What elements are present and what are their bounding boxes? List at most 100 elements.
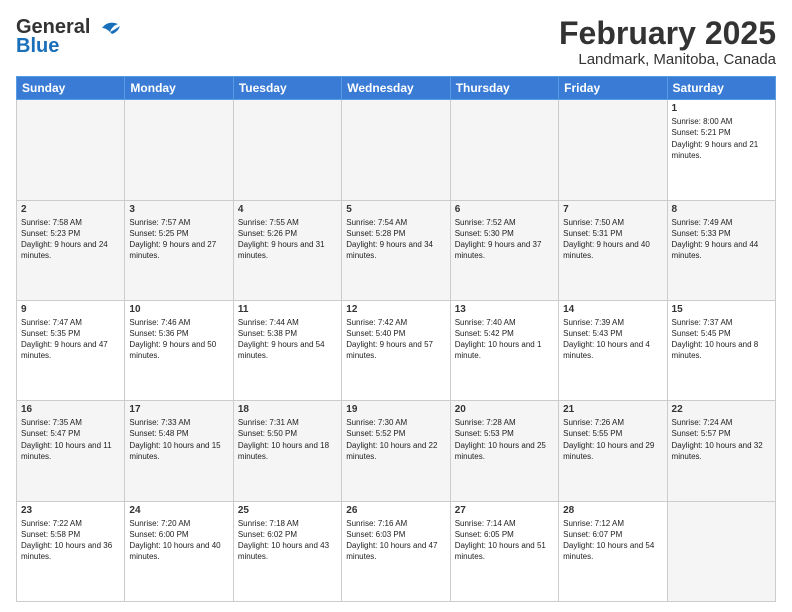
table-row: 8 Sunrise: 7:49 AM Sunset: 5:33 PM Daylig… [667, 200, 775, 300]
table-row: 25 Sunrise: 7:18 AM Sunset: 6:02 PM Dayli… [233, 501, 341, 601]
table-row: 23 Sunrise: 7:22 AM Sunset: 5:58 PM Dayli… [17, 501, 125, 601]
table-row: 19 Sunrise: 7:30 AM Sunset: 5:52 PM Dayli… [342, 401, 450, 501]
table-row: 18 Sunrise: 7:31 AM Sunset: 5:50 PM Dayli… [233, 401, 341, 501]
day-number: 25 [238, 505, 337, 516]
day-number: 10 [129, 304, 228, 315]
calendar-table: Sunday Monday Tuesday Wednesday Thursday… [16, 76, 776, 602]
table-row: 5 Sunrise: 7:54 AM Sunset: 5:28 PM Daylig… [342, 200, 450, 300]
day-info: Sunrise: 7:52 AM Sunset: 5:30 PM Dayligh… [455, 217, 554, 262]
table-row [17, 100, 125, 200]
day-number: 23 [21, 505, 120, 516]
header-sunday: Sunday [17, 77, 125, 100]
day-number: 12 [346, 304, 445, 315]
day-info: Sunrise: 7:55 AM Sunset: 5:26 PM Dayligh… [238, 217, 337, 262]
day-info: Sunrise: 7:12 AM Sunset: 6:07 PM Dayligh… [563, 518, 662, 563]
table-row: 12 Sunrise: 7:42 AM Sunset: 5:40 PM Dayli… [342, 300, 450, 400]
day-number: 22 [672, 404, 771, 415]
table-row: 14 Sunrise: 7:39 AM Sunset: 5:43 PM Dayli… [559, 300, 667, 400]
calendar-week-row: 1 Sunrise: 8:00 AM Sunset: 5:21 PM Daylig… [17, 100, 776, 200]
day-info: Sunrise: 7:20 AM Sunset: 6:00 PM Dayligh… [129, 518, 228, 563]
table-row: 27 Sunrise: 7:14 AM Sunset: 6:05 PM Dayli… [450, 501, 558, 601]
day-number: 18 [238, 404, 337, 415]
day-info: Sunrise: 7:30 AM Sunset: 5:52 PM Dayligh… [346, 417, 445, 462]
day-info: Sunrise: 7:33 AM Sunset: 5:48 PM Dayligh… [129, 417, 228, 462]
day-number: 20 [455, 404, 554, 415]
day-info: Sunrise: 7:49 AM Sunset: 5:33 PM Dayligh… [672, 217, 771, 262]
day-number: 7 [563, 204, 662, 215]
day-info: Sunrise: 7:35 AM Sunset: 5:47 PM Dayligh… [21, 417, 120, 462]
day-info: Sunrise: 7:14 AM Sunset: 6:05 PM Dayligh… [455, 518, 554, 563]
day-number: 24 [129, 505, 228, 516]
table-row: 4Sunrise: 7:55 AM Sunset: 5:26 PM Daylig… [233, 200, 341, 300]
day-number: 21 [563, 404, 662, 415]
day-info: Sunrise: 7:50 AM Sunset: 5:31 PM Dayligh… [563, 217, 662, 262]
table-row [667, 501, 775, 601]
header-friday: Friday [559, 77, 667, 100]
logo: General Blue [16, 16, 126, 58]
day-info: Sunrise: 7:26 AM Sunset: 5:55 PM Dayligh… [563, 417, 662, 462]
logo-bird-icon [92, 18, 124, 38]
header-tuesday: Tuesday [233, 77, 341, 100]
table-row [450, 100, 558, 200]
table-row: 7 Sunrise: 7:50 AM Sunset: 5:31 PM Daylig… [559, 200, 667, 300]
day-info: Sunrise: 7:16 AM Sunset: 6:03 PM Dayligh… [346, 518, 445, 563]
month-title: February 2025 [559, 16, 776, 51]
table-row: 17Sunrise: 7:33 AM Sunset: 5:48 PM Dayli… [125, 401, 233, 501]
header-thursday: Thursday [450, 77, 558, 100]
day-number: 27 [455, 505, 554, 516]
table-row: 20Sunrise: 7:28 AM Sunset: 5:53 PM Dayli… [450, 401, 558, 501]
title-block: February 2025 Landmark, Manitoba, Canada [559, 16, 776, 68]
table-row: 11 Sunrise: 7:44 AM Sunset: 5:38 PM Dayli… [233, 300, 341, 400]
day-info: Sunrise: 7:22 AM Sunset: 5:58 PM Dayligh… [21, 518, 120, 563]
day-info: Sunrise: 7:42 AM Sunset: 5:40 PM Dayligh… [346, 317, 445, 362]
page-container: General Blue February 2025 Landmark, Man… [0, 0, 792, 612]
calendar-week-row: 23 Sunrise: 7:22 AM Sunset: 5:58 PM Dayli… [17, 501, 776, 601]
table-row [559, 100, 667, 200]
table-row [342, 100, 450, 200]
day-info: Sunrise: 7:54 AM Sunset: 5:28 PM Dayligh… [346, 217, 445, 262]
day-info: Sunrise: 7:40 AM Sunset: 5:42 PM Dayligh… [455, 317, 554, 362]
day-info: Sunrise: 7:39 AM Sunset: 5:43 PM Dayligh… [563, 317, 662, 362]
table-row [125, 100, 233, 200]
day-number: 8 [672, 204, 771, 215]
day-number: 13 [455, 304, 554, 315]
table-row: 9Sunrise: 7:47 AM Sunset: 5:35 PM Daylig… [17, 300, 125, 400]
day-number: 9 [21, 304, 120, 315]
day-number: 26 [346, 505, 445, 516]
table-row: 26 Sunrise: 7:16 AM Sunset: 6:03 PM Dayli… [342, 501, 450, 601]
header-monday: Monday [125, 77, 233, 100]
table-row: 22 Sunrise: 7:24 AM Sunset: 5:57 PM Dayli… [667, 401, 775, 501]
day-info: Sunrise: 8:00 AM Sunset: 5:21 PM Dayligh… [672, 116, 771, 161]
table-row: 1 Sunrise: 8:00 AM Sunset: 5:21 PM Daylig… [667, 100, 775, 200]
table-row: 21 Sunrise: 7:26 AM Sunset: 5:55 PM Dayli… [559, 401, 667, 501]
day-number: 16 [21, 404, 120, 415]
calendar-week-row: 9Sunrise: 7:47 AM Sunset: 5:35 PM Daylig… [17, 300, 776, 400]
table-row [233, 100, 341, 200]
day-info: Sunrise: 7:37 AM Sunset: 5:45 PM Dayligh… [672, 317, 771, 362]
calendar-week-row: 2 Sunrise: 7:58 AM Sunset: 5:23 PM Daylig… [17, 200, 776, 300]
table-row: 28Sunrise: 7:12 AM Sunset: 6:07 PM Dayli… [559, 501, 667, 601]
table-row: 13 Sunrise: 7:40 AM Sunset: 5:42 PM Dayli… [450, 300, 558, 400]
day-info: Sunrise: 7:46 AM Sunset: 5:36 PM Dayligh… [129, 317, 228, 362]
day-number: 19 [346, 404, 445, 415]
header: General Blue February 2025 Landmark, Man… [16, 16, 776, 68]
location-title: Landmark, Manitoba, Canada [559, 51, 776, 68]
day-number: 2 [21, 204, 120, 215]
day-number: 11 [238, 304, 337, 315]
calendar-week-row: 16 Sunrise: 7:35 AM Sunset: 5:47 PM Dayli… [17, 401, 776, 501]
day-number: 1 [672, 103, 771, 114]
day-info: Sunrise: 7:31 AM Sunset: 5:50 PM Dayligh… [238, 417, 337, 462]
table-row: 10 Sunrise: 7:46 AM Sunset: 5:36 PM Dayli… [125, 300, 233, 400]
day-number: 3 [129, 204, 228, 215]
day-info: Sunrise: 7:18 AM Sunset: 6:02 PM Dayligh… [238, 518, 337, 563]
table-row: 15Sunrise: 7:37 AM Sunset: 5:45 PM Dayli… [667, 300, 775, 400]
table-row: 24 Sunrise: 7:20 AM Sunset: 6:00 PM Dayli… [125, 501, 233, 601]
day-info: Sunrise: 7:24 AM Sunset: 5:57 PM Dayligh… [672, 417, 771, 462]
day-info: Sunrise: 7:44 AM Sunset: 5:38 PM Dayligh… [238, 317, 337, 362]
table-row: 16 Sunrise: 7:35 AM Sunset: 5:47 PM Dayli… [17, 401, 125, 501]
day-number: 5 [346, 204, 445, 215]
day-number: 14 [563, 304, 662, 315]
day-info: Sunrise: 7:58 AM Sunset: 5:23 PM Dayligh… [21, 217, 120, 262]
day-info: Sunrise: 7:57 AM Sunset: 5:25 PM Dayligh… [129, 217, 228, 262]
calendar-header-row: Sunday Monday Tuesday Wednesday Thursday… [17, 77, 776, 100]
